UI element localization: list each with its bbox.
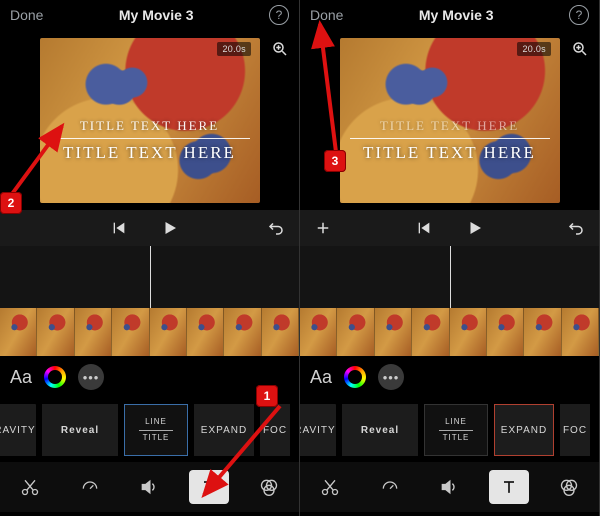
preset-reveal[interactable]: Reveal <box>342 404 418 456</box>
zoom-icon[interactable] <box>271 40 289 58</box>
preset-reveal[interactable]: Reveal <box>42 404 118 456</box>
duration-badge: 20.0s <box>517 42 551 56</box>
font-picker-button[interactable]: Aa <box>310 367 332 388</box>
undo-button[interactable] <box>267 219 285 237</box>
add-clip-button[interactable] <box>314 219 332 237</box>
preset-gravity[interactable]: RAVITY <box>0 404 36 456</box>
title-presets-row[interactable]: RAVITY Reveal LINETITLE EXPAND FOC <box>300 398 599 462</box>
preset-line-title[interactable]: LINETITLE <box>424 404 488 456</box>
skip-back-button[interactable] <box>416 220 432 236</box>
title-main-field[interactable]: TITLE TEXT HERE <box>50 143 250 163</box>
volume-tool-button[interactable] <box>429 470 469 504</box>
timeline[interactable] <box>0 246 299 356</box>
transport-bar <box>300 210 599 246</box>
color-picker-button[interactable] <box>44 366 66 388</box>
filters-tool-button[interactable] <box>549 470 589 504</box>
volume-tool-button[interactable] <box>129 470 169 504</box>
annotation-arrow-1 <box>198 400 288 515</box>
title-main-field[interactable]: TITLE TEXT HERE <box>350 143 550 163</box>
annotation-marker-1: 1 <box>256 385 278 407</box>
preset-line-title[interactable]: LINETITLE <box>124 404 188 456</box>
annotation-marker-2: 2 <box>0 192 22 214</box>
project-title: My Movie 3 <box>119 7 194 23</box>
title-subtitle-field[interactable]: TITLE TEXT HERE <box>50 118 250 134</box>
more-options-button[interactable]: ••• <box>378 364 404 390</box>
bottom-toolbar <box>300 462 599 512</box>
duration-badge: 20.0s <box>217 42 251 56</box>
speed-tool-button[interactable] <box>370 470 410 504</box>
clip-strip[interactable] <box>0 308 299 356</box>
speed-tool-button[interactable] <box>70 470 110 504</box>
cut-tool-button[interactable] <box>10 470 50 504</box>
title-overlay[interactable]: TITLE TEXT HERE TITLE TEXT HERE <box>50 118 250 163</box>
title-subtitle-field[interactable]: TITLE TEXT HERE <box>350 118 550 134</box>
preset-gravity[interactable]: RAVITY <box>300 404 336 456</box>
done-button[interactable]: Done <box>10 7 43 23</box>
clip-strip[interactable] <box>300 308 599 356</box>
title-divider <box>350 138 550 139</box>
cut-tool-button[interactable] <box>310 470 350 504</box>
help-button[interactable]: ? <box>569 5 589 25</box>
zoom-icon[interactable] <box>571 40 589 58</box>
title-divider <box>50 138 250 139</box>
timeline[interactable] <box>300 246 599 356</box>
play-button[interactable] <box>161 219 179 237</box>
font-picker-button[interactable]: Aa <box>10 367 32 388</box>
text-style-row: Aa ••• <box>0 356 299 398</box>
play-button[interactable] <box>466 219 484 237</box>
annotation-arrow-3 <box>314 18 354 163</box>
help-button[interactable]: ? <box>269 5 289 25</box>
header: Done My Movie 3 ? <box>0 0 299 30</box>
title-overlay[interactable]: TITLE TEXT HERE TITLE TEXT HERE <box>350 118 550 163</box>
more-options-button[interactable]: ••• <box>78 364 104 390</box>
color-picker-button[interactable] <box>344 366 366 388</box>
text-style-row: Aa ••• <box>300 356 599 398</box>
titles-tool-button[interactable] <box>489 470 529 504</box>
project-title: My Movie 3 <box>419 7 494 23</box>
annotation-marker-3: 3 <box>324 150 346 172</box>
skip-back-button[interactable] <box>111 220 127 236</box>
preset-expand[interactable]: EXPAND <box>494 404 554 456</box>
preset-focus[interactable]: FOC <box>560 404 590 456</box>
transport-bar: + <box>0 210 299 246</box>
undo-button[interactable] <box>567 219 585 237</box>
